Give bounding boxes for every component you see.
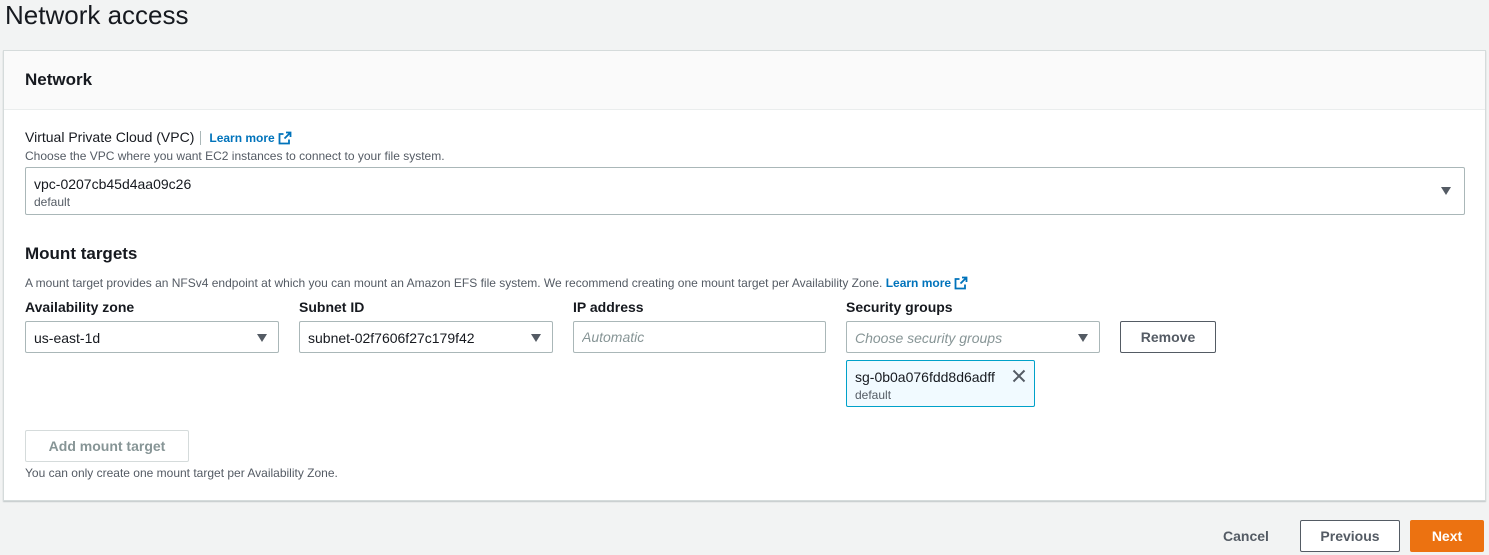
vpc-select-value: vpc-0207cb45d4aa09c26 [34, 176, 192, 192]
add-mount-target-button[interactable]: Add mount target [25, 430, 189, 462]
subnet-id-select[interactable]: subnet-02f7606f27c179f42 [299, 321, 553, 353]
mount-targets-title: Mount targets [25, 244, 138, 263]
vpc-label: Virtual Private Cloud (VPC) [25, 129, 195, 145]
vpc-select[interactable]: vpc-0207cb45d4aa09c26 default [25, 167, 1465, 215]
page-title: Network access [5, 0, 189, 30]
vpc-label-row: Virtual Private Cloud (VPC) Learn more [25, 128, 292, 147]
external-link-icon [278, 131, 292, 145]
add-mount-target-hint: You can only create one mount target per… [25, 466, 338, 480]
ip-address-input[interactable] [573, 321, 826, 353]
caret-down-icon [1078, 334, 1088, 342]
mount-targets-learn-more-text: Learn more [885, 276, 952, 290]
mount-targets-description: A mount target provides an NFSv4 endpoin… [25, 276, 883, 290]
network-panel: Network Virtual Private Cloud (VPC) Learn… [3, 50, 1486, 501]
label-divider [200, 131, 202, 146]
column-header-ip-address: IP address [573, 299, 644, 315]
cancel-button[interactable]: Cancel [1210, 520, 1282, 552]
column-header-security-groups: Security groups [846, 299, 953, 315]
vpc-learn-more-link[interactable]: Learn more [209, 129, 292, 147]
mount-targets-description-row: A mount target provides an NFSv4 endpoin… [25, 275, 968, 291]
column-header-availability-zone: Availability zone [25, 299, 135, 315]
security-group-token-sublabel: default [855, 388, 892, 402]
panel-header: Network [4, 51, 1485, 110]
close-icon[interactable] [1012, 369, 1026, 383]
security-groups-placeholder: Choose security groups [855, 330, 1003, 346]
remove-button[interactable]: Remove [1120, 321, 1216, 353]
security-groups-select[interactable]: Choose security groups [846, 321, 1100, 353]
column-header-subnet-id: Subnet ID [299, 299, 365, 315]
availability-zone-select[interactable]: us-east-1d [25, 321, 279, 353]
security-group-token-id: sg-0b0a076fdd8d6adff [855, 369, 995, 385]
panel-title: Network [25, 70, 93, 89]
subnet-id-value: subnet-02f7606f27c179f42 [308, 330, 475, 346]
external-link-icon [954, 276, 968, 290]
security-group-token: sg-0b0a076fdd8d6adff default [846, 360, 1035, 407]
caret-down-icon [257, 334, 267, 342]
caret-down-icon [531, 334, 541, 342]
vpc-description: Choose the VPC where you want EC2 instan… [25, 149, 445, 163]
vpc-select-sublabel: default [34, 195, 71, 209]
availability-zone-value: us-east-1d [34, 330, 101, 346]
vpc-learn-more-text: Learn more [209, 131, 275, 145]
caret-down-icon [1441, 187, 1451, 195]
next-button[interactable]: Next [1410, 520, 1484, 552]
mount-targets-learn-more-link[interactable]: Learn more [886, 275, 968, 291]
previous-button[interactable]: Previous [1300, 520, 1400, 552]
